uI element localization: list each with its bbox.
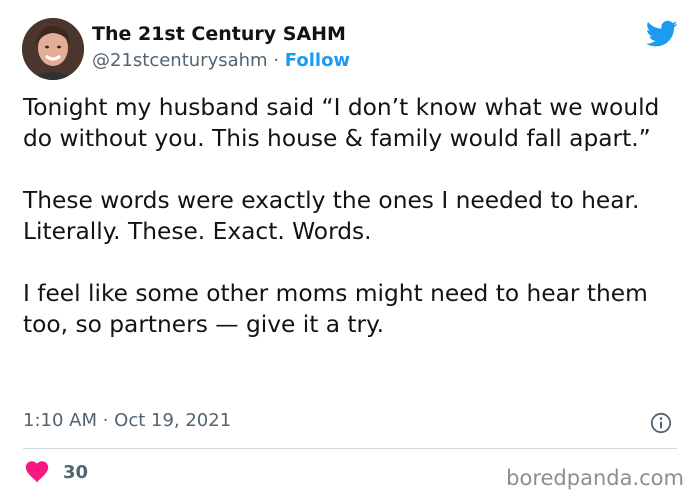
- tweet-timestamp[interactable]: 1:10 AM · Oct 19, 2021: [23, 410, 231, 431]
- heart-icon[interactable]: [25, 461, 49, 483]
- avatar-image: [22, 18, 84, 80]
- avatar[interactable]: [22, 18, 84, 80]
- follow-button[interactable]: Follow: [285, 50, 350, 71]
- info-icon[interactable]: [650, 412, 672, 434]
- author-handle[interactable]: @21stcenturysahm: [92, 50, 268, 71]
- author-name[interactable]: The 21st Century SAHM: [92, 23, 346, 45]
- tweet-paragraph: These words were exactly the ones I need…: [23, 187, 640, 214]
- tweet-text: Tonight my husband said “I don’t know wh…: [23, 92, 683, 340]
- author-handle-row: @21stcenturysahm · Follow: [92, 50, 350, 71]
- tweet-paragraph: Tonight my husband said “I don’t know wh…: [23, 94, 660, 152]
- tweet-paragraph: Literally. These. Exact. Words.: [23, 218, 372, 245]
- separator-dot: ·: [273, 50, 280, 71]
- like-count: 30: [63, 462, 89, 483]
- watermark: boredpanda.com: [506, 466, 684, 490]
- divider: [23, 448, 677, 449]
- tweet-paragraph: I feel like some other moms might need t…: [23, 280, 648, 338]
- twitter-bird-icon[interactable]: [646, 20, 678, 48]
